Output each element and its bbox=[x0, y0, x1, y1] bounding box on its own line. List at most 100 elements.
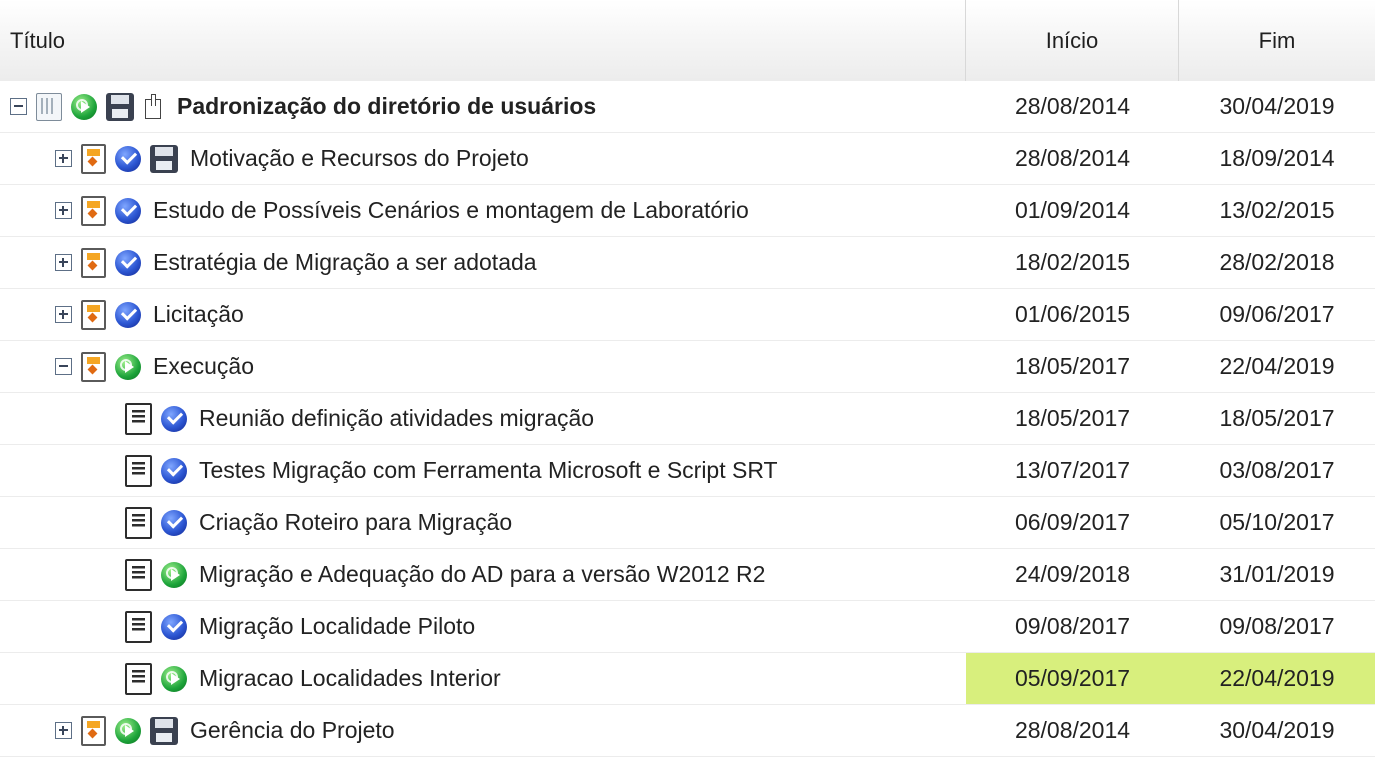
status-in-progress-icon bbox=[115, 717, 141, 744]
end-date-cell: 13/02/2015 bbox=[1219, 197, 1335, 223]
table-row[interactable]: Estudo de Possíveis Cenários e montagem … bbox=[0, 185, 1375, 237]
task-title[interactable]: Reunião definição atividades migração bbox=[199, 405, 594, 432]
column-header-start[interactable]: Início bbox=[966, 0, 1179, 81]
collapse-toggle-icon[interactable] bbox=[55, 358, 72, 375]
end-date-cell: 18/05/2017 bbox=[1219, 405, 1335, 431]
task-title-cell: Reunião definição atividades migração bbox=[0, 393, 966, 444]
status-completed-icon bbox=[161, 405, 187, 432]
table-row[interactable]: Testes Migração com Ferramenta Microsoft… bbox=[0, 445, 1375, 497]
start-date-cell: 18/02/2015 bbox=[1014, 249, 1131, 275]
status-in-progress-icon bbox=[115, 353, 141, 380]
column-header-end[interactable]: Fim bbox=[1179, 0, 1375, 81]
end-date-cell: 22/04/2019 bbox=[1219, 353, 1335, 379]
table-row[interactable]: Estratégia de Migração a ser adotada 18/0… bbox=[0, 237, 1375, 289]
end-date-cell: 09/08/2017 bbox=[1219, 613, 1335, 639]
task-title[interactable]: Estratégia de Migração a ser adotada bbox=[153, 249, 537, 276]
end-date-cell: 30/04/2019 bbox=[1219, 717, 1335, 743]
start-date-cell: 28/08/2014 bbox=[1014, 145, 1131, 171]
table-row[interactable]: Motivação e Recursos do Projeto 28/08/201… bbox=[0, 133, 1375, 185]
table-row[interactable]: Reunião definição atividades migração 18/… bbox=[0, 393, 1375, 445]
status-completed-icon bbox=[115, 301, 141, 328]
task-document-icon bbox=[125, 402, 152, 435]
export-icon[interactable] bbox=[143, 93, 165, 121]
task-title[interactable]: Estudo de Possíveis Cenários e montagem … bbox=[153, 197, 749, 224]
work-package-icon bbox=[81, 195, 106, 226]
task-document-icon bbox=[125, 610, 152, 643]
task-title-cell: Gerência do Projeto bbox=[0, 705, 966, 756]
collapse-toggle-icon[interactable] bbox=[10, 98, 27, 115]
start-date-cell: 09/08/2017 bbox=[1014, 613, 1131, 639]
table-row[interactable]: Padronização do diretório de usuários 28/… bbox=[0, 81, 1375, 133]
table-row[interactable]: Migração e Adequação do AD para a versão… bbox=[0, 549, 1375, 601]
grid-body: Padronização do diretório de usuários 28/… bbox=[0, 81, 1375, 757]
task-document-icon bbox=[125, 662, 152, 695]
table-row[interactable]: Gerência do Projeto 28/08/2014 30/04/2019 bbox=[0, 705, 1375, 757]
expand-toggle-icon[interactable] bbox=[55, 306, 72, 323]
task-title-cell: Estratégia de Migração a ser adotada bbox=[0, 237, 966, 288]
task-title[interactable]: Criação Roteiro para Migração bbox=[199, 509, 512, 536]
task-title-cell: Criação Roteiro para Migração bbox=[0, 497, 966, 548]
table-row[interactable]: Criação Roteiro para Migração 06/09/2017 0… bbox=[0, 497, 1375, 549]
project-tree-grid: Título Início Fim Padronização do diretó… bbox=[0, 0, 1375, 757]
task-title-cell: Estudo de Possíveis Cenários e montagem … bbox=[0, 185, 966, 236]
start-date-cell: 05/09/2017 bbox=[966, 653, 1179, 704]
task-title[interactable]: Migracao Localidades Interior bbox=[199, 665, 501, 692]
task-title-cell: Execução bbox=[0, 341, 966, 392]
task-title[interactable]: Migração e Adequação do AD para a versão… bbox=[199, 561, 765, 588]
task-title-cell: Migração Localidade Piloto bbox=[0, 601, 966, 652]
work-package-icon bbox=[81, 351, 106, 382]
column-header-title[interactable]: Título bbox=[0, 0, 966, 81]
start-date-cell: 13/07/2017 bbox=[1014, 457, 1131, 483]
work-package-icon bbox=[81, 247, 106, 278]
end-date-cell: 05/10/2017 bbox=[1219, 509, 1335, 535]
status-completed-icon bbox=[161, 509, 187, 536]
end-date-cell: 18/09/2014 bbox=[1219, 145, 1335, 171]
save-icon[interactable] bbox=[150, 716, 178, 745]
task-title[interactable]: Execução bbox=[153, 353, 254, 380]
task-title[interactable]: Testes Migração com Ferramenta Microsoft… bbox=[199, 457, 778, 484]
work-package-icon bbox=[81, 299, 106, 330]
start-date-cell: 01/06/2015 bbox=[1014, 301, 1131, 327]
end-date-cell: 22/04/2019 bbox=[1179, 653, 1375, 704]
end-date-cell: 09/06/2017 bbox=[1219, 301, 1335, 327]
status-completed-icon bbox=[161, 613, 187, 640]
task-title[interactable]: Padronização do diretório de usuários bbox=[177, 93, 596, 120]
end-date-cell: 30/04/2019 bbox=[1219, 93, 1335, 119]
expand-toggle-icon[interactable] bbox=[55, 722, 72, 739]
save-icon[interactable] bbox=[106, 92, 134, 121]
expand-toggle-icon[interactable] bbox=[55, 150, 72, 167]
task-title[interactable]: Migração Localidade Piloto bbox=[199, 613, 475, 640]
status-completed-icon bbox=[115, 197, 141, 224]
start-date-cell: 18/05/2017 bbox=[1014, 353, 1131, 379]
work-package-icon bbox=[81, 715, 106, 746]
start-date-cell: 28/08/2014 bbox=[1014, 93, 1131, 119]
work-package-icon bbox=[81, 143, 106, 174]
start-date-cell: 06/09/2017 bbox=[1014, 509, 1131, 535]
table-row[interactable]: Migração Localidade Piloto 09/08/2017 09/0… bbox=[0, 601, 1375, 653]
task-title-cell: Testes Migração com Ferramenta Microsoft… bbox=[0, 445, 966, 496]
end-date-cell: 28/02/2018 bbox=[1219, 249, 1335, 275]
table-row[interactable]: Licitação 01/06/2015 09/06/2017 bbox=[0, 289, 1375, 341]
task-document-icon bbox=[125, 558, 152, 591]
expand-toggle-icon[interactable] bbox=[55, 202, 72, 219]
status-completed-icon bbox=[115, 145, 141, 172]
task-title-cell: Motivação e Recursos do Projeto bbox=[0, 133, 966, 184]
status-completed-icon bbox=[161, 457, 187, 484]
project-tree-icon bbox=[36, 92, 62, 121]
task-document-icon bbox=[125, 454, 152, 487]
task-title-cell: Licitação bbox=[0, 289, 966, 340]
task-title[interactable]: Gerência do Projeto bbox=[190, 717, 395, 744]
expand-toggle-icon[interactable] bbox=[55, 254, 72, 271]
task-title-cell: Migracao Localidades Interior bbox=[0, 653, 966, 704]
start-date-cell: 24/09/2018 bbox=[1014, 561, 1131, 587]
table-row[interactable]: Execução 18/05/2017 22/04/2019 bbox=[0, 341, 1375, 393]
status-completed-icon bbox=[115, 249, 141, 276]
status-in-progress-icon bbox=[161, 665, 187, 692]
save-icon[interactable] bbox=[150, 144, 178, 173]
task-title-cell: Padronização do diretório de usuários bbox=[0, 81, 966, 132]
start-date-cell: 28/08/2014 bbox=[1014, 717, 1131, 743]
task-title[interactable]: Licitação bbox=[153, 301, 244, 328]
status-in-progress-icon bbox=[71, 93, 97, 120]
table-row[interactable]: Migracao Localidades Interior 05/09/2017 2… bbox=[0, 653, 1375, 705]
task-title[interactable]: Motivação e Recursos do Projeto bbox=[190, 145, 529, 172]
